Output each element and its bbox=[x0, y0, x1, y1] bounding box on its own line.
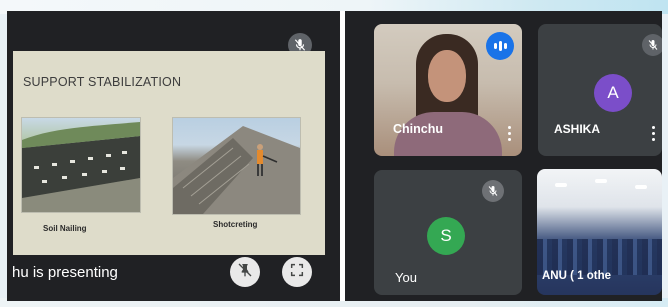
participant-tile-chinchu[interactable]: Chinchu bbox=[374, 24, 522, 156]
ceiling-light bbox=[635, 185, 647, 189]
participant-tile-classroom[interactable]: ANU ( 1 othe bbox=[537, 169, 662, 295]
unpin-button[interactable] bbox=[230, 257, 260, 287]
shared-slide: SUPPORT STABILIZATION Soil Nailing Shotc… bbox=[13, 51, 325, 255]
participant-name: ASHIKA bbox=[554, 122, 601, 136]
fullscreen-button[interactable] bbox=[282, 257, 312, 287]
presentation-tile[interactable]: SUPPORT STABILIZATION Soil Nailing Shotc… bbox=[8, 14, 332, 295]
participant-name: ANU ( 1 othe bbox=[542, 270, 611, 282]
more-vert-icon[interactable] bbox=[652, 126, 655, 141]
participant-face bbox=[428, 50, 466, 102]
mic-off-icon bbox=[642, 34, 662, 56]
more-vert-icon[interactable] bbox=[508, 126, 511, 141]
ceiling-light bbox=[555, 183, 567, 187]
participant-tile-ashika[interactable]: A ASHIKA bbox=[538, 24, 662, 156]
presenting-label: hu is presenting bbox=[12, 264, 118, 281]
participant-name: You bbox=[395, 270, 417, 285]
fullscreen-icon bbox=[289, 262, 305, 283]
mic-off-icon bbox=[482, 180, 504, 202]
participant-name: Chinchu bbox=[393, 122, 443, 136]
participant-tile-you[interactable]: S You bbox=[374, 170, 522, 295]
avatar: S bbox=[427, 217, 465, 255]
photo-caption-soil-nailing: Soil Nailing bbox=[43, 224, 87, 233]
slide-title: SUPPORT STABILIZATION bbox=[23, 75, 182, 89]
pin-off-icon bbox=[237, 262, 253, 283]
shotcreting-photo bbox=[172, 117, 301, 215]
speaking-icon bbox=[486, 32, 514, 60]
layout-divider bbox=[340, 11, 345, 301]
soil-nailing-photo bbox=[21, 117, 141, 213]
ceiling-light bbox=[595, 179, 607, 183]
photo-caption-shotcreting: Shotcreting bbox=[213, 220, 258, 229]
avatar: A bbox=[594, 74, 632, 112]
